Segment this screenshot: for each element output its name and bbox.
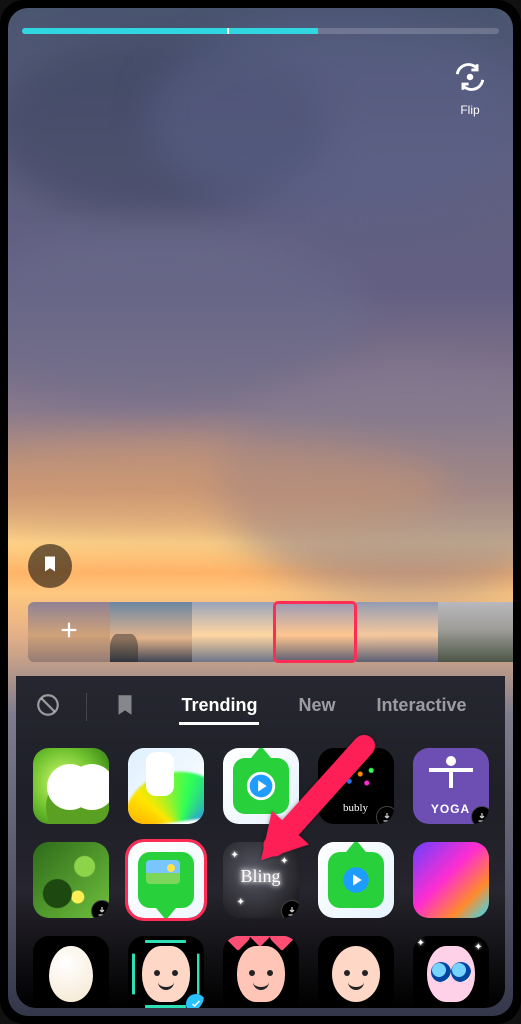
clip-strip xyxy=(28,602,501,662)
effect-jungle[interactable] xyxy=(33,842,109,918)
effect-yoga[interactable]: YOGA xyxy=(413,748,489,824)
download-icon xyxy=(471,806,489,824)
camera-viewfinder: Flip xyxy=(8,8,513,1016)
effect-green-screen-down[interactable] xyxy=(128,842,204,918)
effect-mom-face[interactable] xyxy=(318,936,394,1008)
flip-camera-button[interactable]: Flip xyxy=(453,60,487,117)
bookmark-icon xyxy=(112,692,138,723)
bookmark-icon xyxy=(40,554,60,579)
effect-green-screen-up-2[interactable] xyxy=(318,842,394,918)
clip-thumbnail[interactable] xyxy=(438,602,513,662)
effect-egg[interactable] xyxy=(33,936,109,1008)
recording-progress-fill xyxy=(22,28,318,34)
plus-icon xyxy=(58,619,80,646)
download-icon xyxy=(91,900,109,918)
add-clip-button[interactable] xyxy=(28,602,110,662)
effect-gradient[interactable] xyxy=(413,842,489,918)
bookmark-effect-button[interactable] xyxy=(28,544,72,588)
effect-face-scan[interactable] xyxy=(128,936,204,1008)
category-tabs: Trending New Interactive xyxy=(161,689,487,725)
tab-interactive[interactable]: Interactive xyxy=(374,689,468,725)
clip-thumbnail[interactable] xyxy=(192,602,274,662)
effects-tab-bar: Trending New Interactive xyxy=(16,676,505,738)
download-icon xyxy=(376,806,394,824)
download-icon xyxy=(281,900,299,918)
favorites-tab[interactable] xyxy=(111,693,139,721)
check-icon xyxy=(186,994,204,1008)
clip-thumbnail[interactable] xyxy=(356,602,438,662)
effects-grid[interactable]: bubly YOGA xyxy=(16,738,505,1008)
recording-progress-marker xyxy=(227,28,229,34)
tab-trending[interactable]: Trending xyxy=(179,689,259,725)
effect-rainbow-hand[interactable] xyxy=(128,748,204,824)
effect-hearts-face[interactable] xyxy=(223,936,299,1008)
no-effect-button[interactable] xyxy=(34,693,62,721)
clip-thumbnail[interactable] xyxy=(110,602,192,662)
divider xyxy=(86,693,87,721)
effect-dragon[interactable] xyxy=(33,748,109,824)
effect-big-eyes[interactable]: ✦ ✦ xyxy=(413,936,489,1008)
tab-new[interactable]: New xyxy=(296,689,337,725)
ban-icon xyxy=(35,692,61,723)
device-frame: Flip xyxy=(0,0,521,1024)
flip-icon xyxy=(453,60,487,97)
flip-label: Flip xyxy=(460,103,479,117)
recording-progress-track xyxy=(22,28,499,34)
clip-thumbnail-selected[interactable] xyxy=(274,602,356,662)
